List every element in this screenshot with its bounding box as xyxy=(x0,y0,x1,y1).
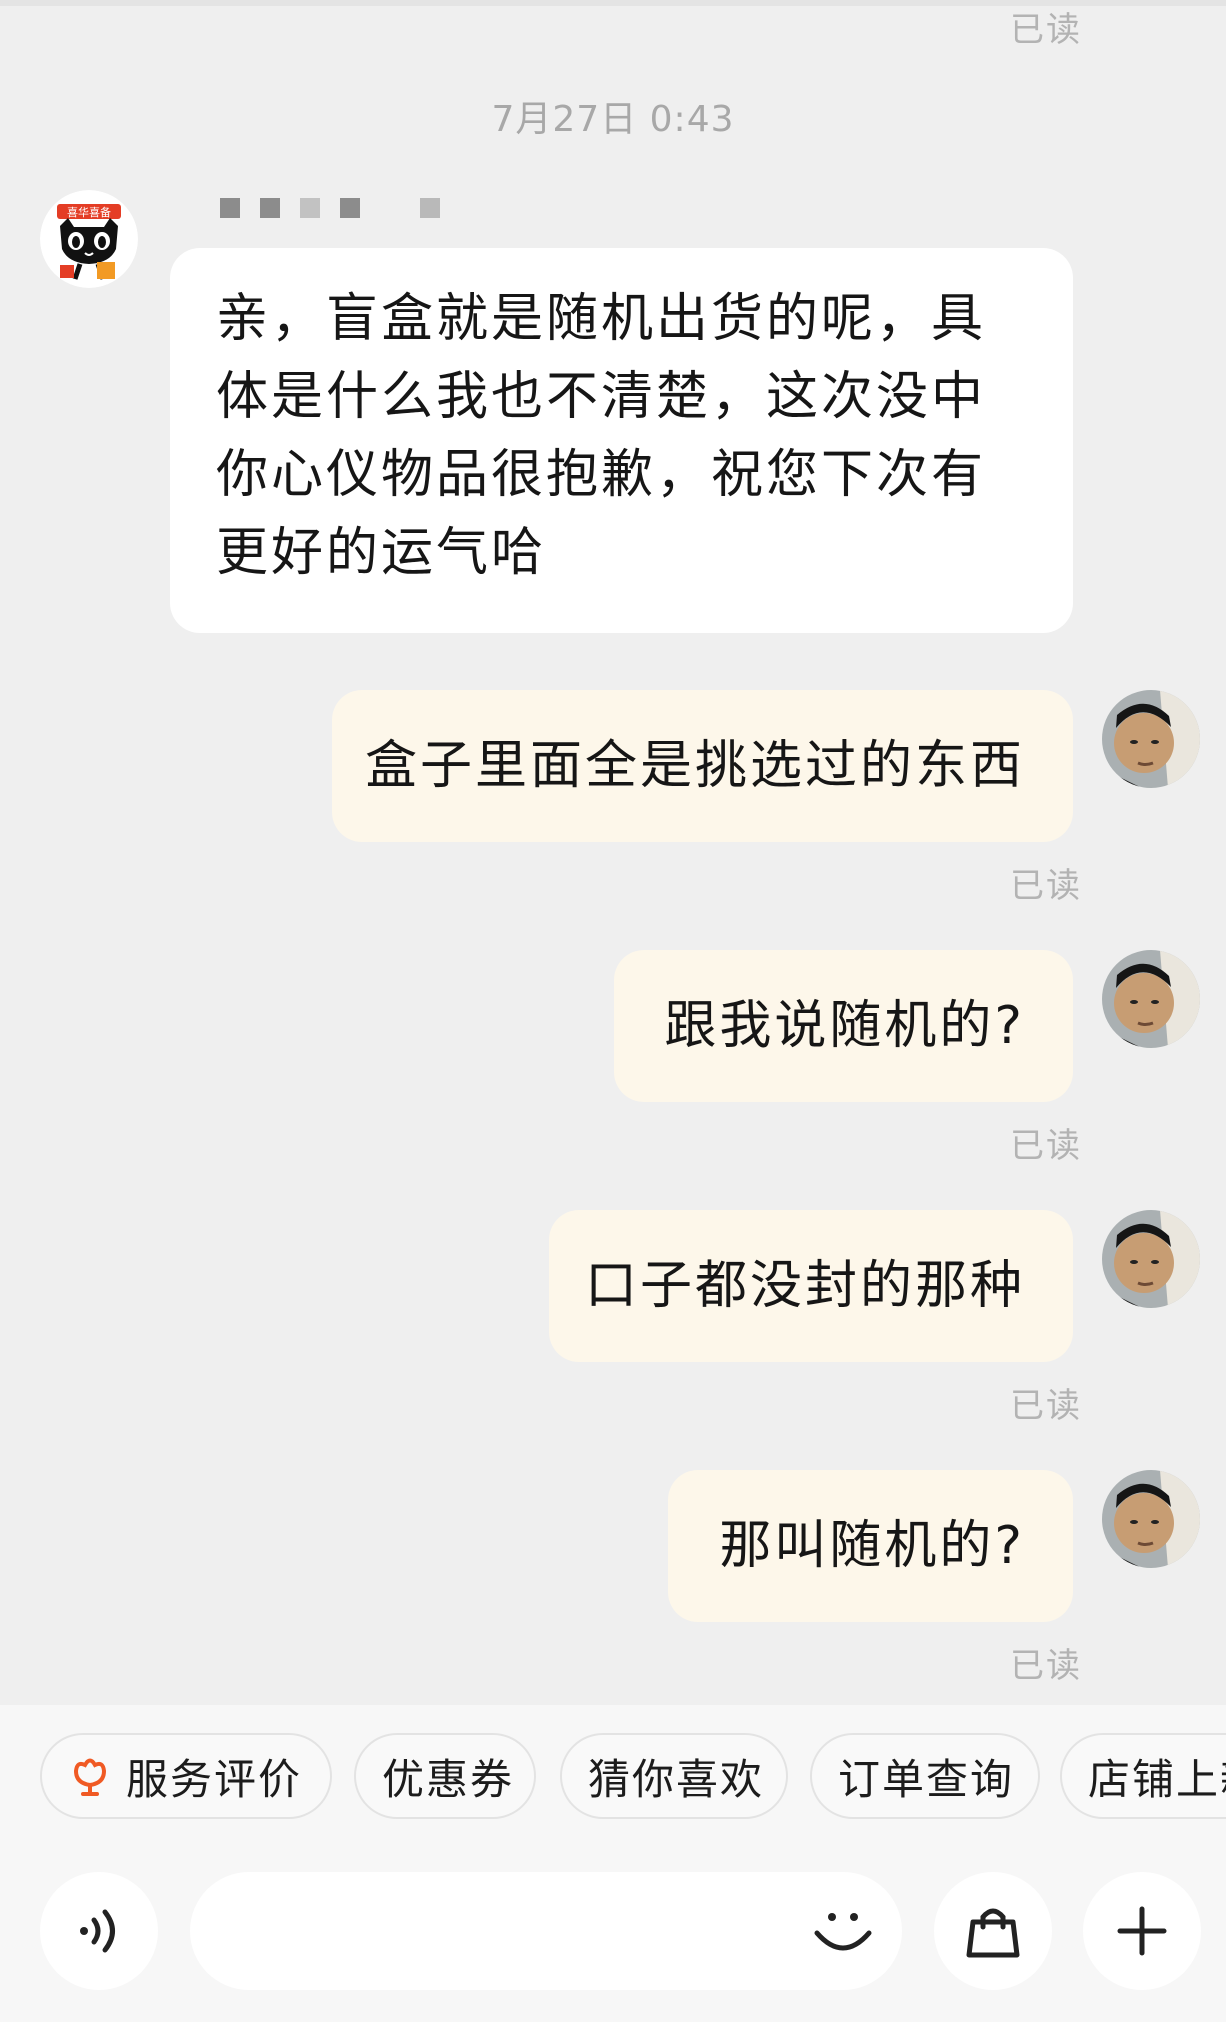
user-avatar[interactable] xyxy=(1102,1470,1200,1568)
shopping-bag-icon xyxy=(966,1908,1020,1958)
user-face-icon xyxy=(1102,950,1200,1048)
quick-action-new-arrivals[interactable]: 店铺上新 xyxy=(1060,1733,1226,1819)
read-status: 已读 xyxy=(1010,1646,1082,1686)
chat-bottom-panel: 服务评价 优惠券 猜你喜欢 订单查询 店铺上新 xyxy=(0,1705,1226,2022)
quick-action-recommendations[interactable]: 猜你喜欢 xyxy=(560,1733,788,1819)
read-status: 已读 xyxy=(1010,1126,1082,1166)
outgoing-message-bubble[interactable]: 盒子里面全是挑选过的东西 xyxy=(332,690,1073,842)
plus-icon xyxy=(1117,1906,1167,1956)
voice-button[interactable] xyxy=(40,1872,158,1990)
message-input[interactable] xyxy=(190,1872,902,1990)
user-avatar[interactable] xyxy=(1102,690,1200,788)
quick-action-order-query[interactable]: 订单查询 xyxy=(810,1733,1040,1819)
chat-screen: 已读 7月27日 0:43 喜华喜备 亲，盲盒就是随机出货的呢，具体是什么我也不… xyxy=(0,0,1226,2022)
outgoing-message-bubble[interactable]: 那叫随机的? xyxy=(668,1470,1073,1622)
user-face-icon xyxy=(1102,690,1200,788)
outgoing-message-bubble[interactable]: 口子都没封的那种 xyxy=(549,1210,1073,1362)
smile-icon xyxy=(814,1913,872,1951)
user-avatar[interactable] xyxy=(1102,950,1200,1048)
quick-action-label: 服务评价 xyxy=(126,1754,303,1804)
quick-action-label: 订单查询 xyxy=(838,1754,1015,1804)
user-face-icon xyxy=(1102,1470,1200,1568)
emoji-button[interactable] xyxy=(808,1896,878,1966)
quick-action-service-review[interactable]: 服务评价 xyxy=(40,1733,332,1819)
user-avatar[interactable] xyxy=(1102,1210,1200,1308)
voice-icon xyxy=(80,1909,115,1953)
black-cat-icon: 喜华喜备 xyxy=(40,190,138,288)
quick-action-label: 猜你喜欢 xyxy=(588,1754,765,1804)
read-status: 已读 xyxy=(1010,866,1082,906)
quick-action-coupons[interactable]: 优惠券 xyxy=(354,1733,536,1819)
read-status-top: 已读 xyxy=(1010,10,1082,50)
more-actions-button[interactable] xyxy=(1083,1872,1201,1990)
read-status: 已读 xyxy=(1010,1386,1082,1426)
shop-avatar[interactable]: 喜华喜备 xyxy=(40,190,138,288)
shopping-bag-button[interactable] xyxy=(934,1872,1052,1990)
message-timestamp: 7月27日 0:43 xyxy=(491,99,735,140)
user-face-icon xyxy=(1102,1210,1200,1308)
quick-action-label: 优惠券 xyxy=(382,1754,515,1804)
shop-avatar-text: 喜华喜备 xyxy=(67,205,111,219)
flower-icon xyxy=(73,1758,107,1796)
incoming-message-bubble[interactable]: 亲，盲盒就是随机出货的呢，具体是什么我也不清楚，这次没中你心仪物品很抱歉，祝您下… xyxy=(170,248,1073,633)
outgoing-message-bubble[interactable]: 跟我说随机的? xyxy=(614,950,1073,1102)
quick-action-label: 店铺上新 xyxy=(1088,1754,1226,1804)
